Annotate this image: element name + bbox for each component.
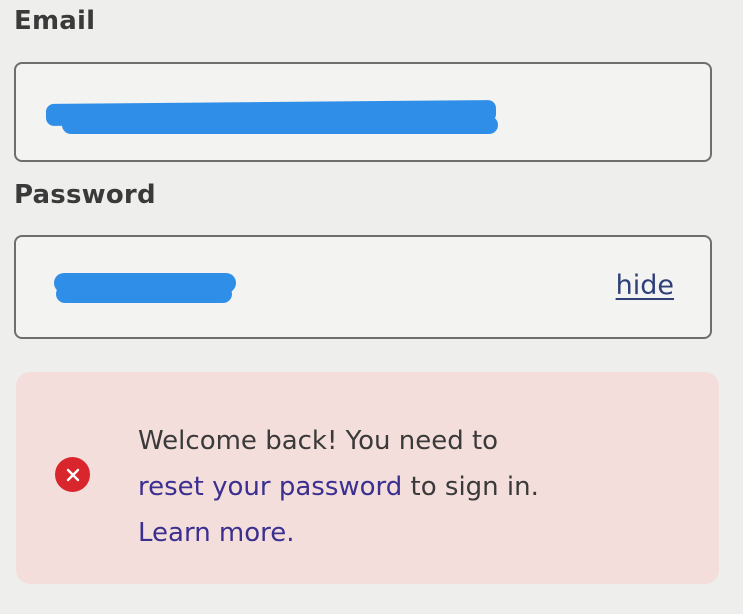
close-x-glyph	[66, 468, 79, 481]
email-label: Email	[14, 6, 96, 36]
email-field[interactable]	[14, 62, 712, 162]
reset-password-link[interactable]: reset your password	[138, 472, 402, 502]
login-form: Email Password hide Welcome back! You ne…	[0, 0, 743, 614]
error-icon	[55, 457, 90, 492]
error-message-line2: to sign in.	[402, 472, 539, 502]
redaction-mark	[56, 285, 232, 303]
error-message: Welcome back! You need to reset your pas…	[138, 418, 658, 556]
learn-more-link[interactable]: Learn more.	[138, 518, 295, 548]
error-alert: Welcome back! You need to reset your pas…	[16, 372, 719, 584]
hide-password-toggle[interactable]: hide	[616, 270, 674, 301]
redaction-mark	[62, 116, 498, 134]
password-label: Password	[14, 180, 156, 210]
password-field[interactable]: hide	[14, 235, 712, 339]
error-message-line1: Welcome back! You need to	[138, 426, 499, 456]
